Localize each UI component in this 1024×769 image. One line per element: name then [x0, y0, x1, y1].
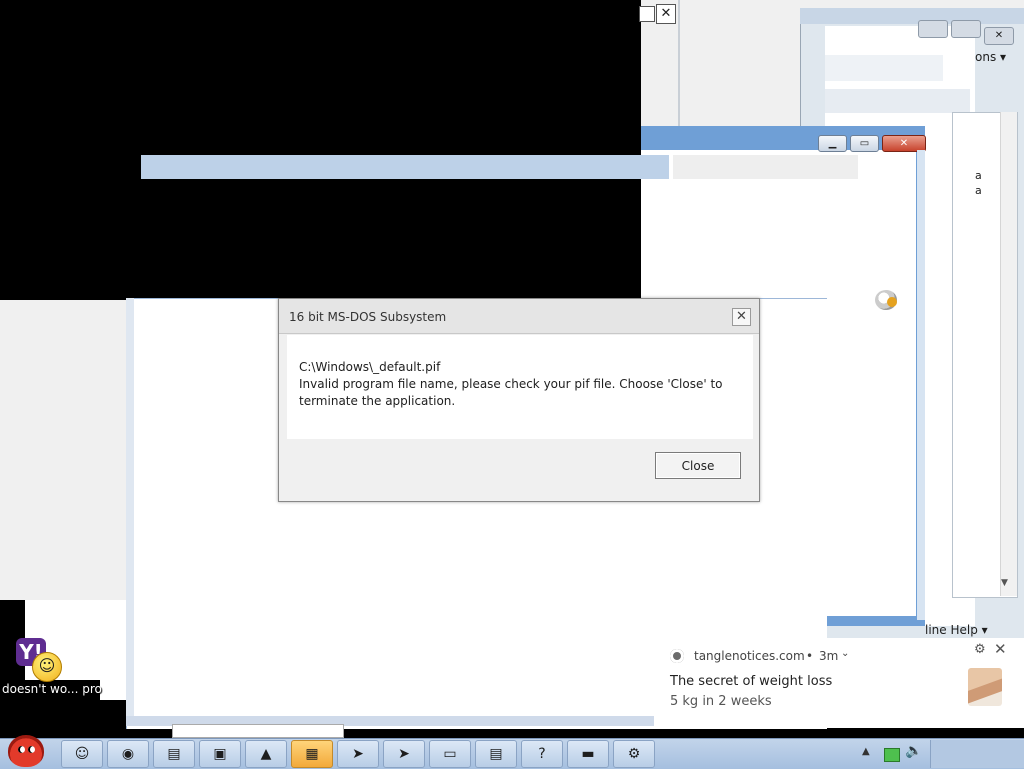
taskbar-vlc-button[interactable]: ▲ [245, 740, 287, 768]
dialog-message: C:\Windows\_default.pif Invalid program … [299, 359, 739, 410]
scrollbar[interactable] [917, 150, 925, 620]
notepad-icon: ▤ [167, 746, 181, 762]
dialog-body: C:\Windows\_default.pif Invalid program … [287, 335, 753, 439]
message-line: Invalid program file name, please check … [299, 377, 723, 391]
left-panel [100, 675, 126, 700]
vlc-icon: ▲ [260, 746, 272, 762]
taskbar-terminal-button[interactable]: ▬ [567, 740, 609, 768]
message-line: C:\Windows\_default.pif [299, 360, 441, 374]
notification-time: 3m [819, 649, 839, 663]
scroll-down-arrow-icon[interactable]: ▼ [1001, 578, 1008, 588]
chevron-down-icon: ▾ [981, 623, 988, 637]
taskbar-chrome-button[interactable]: ◉ [107, 740, 149, 768]
separator: • [806, 649, 814, 663]
network-icon[interactable] [884, 748, 900, 762]
notification-image [968, 668, 1002, 706]
grey-band [673, 155, 858, 179]
document-app-icon: ▤ [489, 746, 503, 762]
maximize-button[interactable] [639, 6, 655, 22]
window-fragment [172, 724, 344, 738]
chrome-icon: ◉ [121, 746, 135, 762]
middle-window-controls: ▁ ▭ ✕ [818, 135, 926, 152]
taskbar-image-viewer-button[interactable]: ▦ [291, 740, 333, 768]
installer-icon: ▣ [213, 746, 227, 762]
chevron-down-icon: ▾ [1000, 50, 1007, 64]
close-icon[interactable]: ✕ [732, 308, 751, 326]
yahoo-messenger-icon: ☺ [74, 746, 90, 762]
scrollbar[interactable] [1000, 112, 1017, 596]
taskbar-notepad-button[interactable]: ▤ [153, 740, 195, 768]
notification-site: tanglenotices.com [694, 649, 805, 663]
close-button[interactable]: ✕ [656, 4, 676, 24]
taskbar-installer-button[interactable]: ▣ [199, 740, 241, 768]
taskbar-document-app-button[interactable]: ▤ [475, 740, 517, 768]
side-text: aa [975, 169, 982, 197]
tray-area [930, 740, 1024, 768]
start-button[interactable] [2, 729, 48, 768]
image-viewer-icon: ▦ [305, 746, 319, 762]
notification-title: The secret of weight loss [670, 674, 833, 689]
selection-band [141, 155, 669, 179]
taskbar-teamviewer-1-button[interactable]: ➤ [337, 740, 379, 768]
desktop-icon-label[interactable]: doesn't wo... pro [2, 682, 102, 696]
gear-icon[interactable]: ⚙ [974, 642, 986, 657]
teamviewer-1-icon: ➤ [352, 746, 364, 762]
chrome-icon [670, 649, 684, 663]
minimize-button[interactable] [918, 20, 948, 38]
terminal-icon: ▬ [581, 746, 595, 762]
volume-icon[interactable]: 🔈 [905, 743, 922, 759]
yahoo-messenger-icon[interactable]: Y! ☺ [16, 638, 62, 682]
angry-bird-icon [8, 735, 44, 767]
taskbar-settings-app-button[interactable]: ⚙ [613, 740, 655, 768]
taskbar-help-button[interactable]: ? [521, 740, 563, 768]
window-app-icon: ▭ [443, 746, 457, 762]
dialog-title: 16 bit MS-DOS Subsystem [289, 310, 447, 324]
badge-icon [887, 297, 897, 307]
message-line: terminate the application. [299, 394, 456, 408]
teamviewer-2-icon: ➤ [398, 746, 410, 762]
left-panel [0, 300, 126, 600]
panel-band [825, 55, 943, 81]
dialog-close-button[interactable]: Close [655, 452, 741, 479]
panel-band [825, 89, 970, 113]
settings-app-icon: ⚙ [627, 746, 641, 762]
dialog-titlebar[interactable]: 16 bit MS-DOS Subsystem ✕ [279, 299, 759, 334]
taskbar-window-app-button[interactable]: ▭ [429, 740, 471, 768]
maximize-button[interactable]: ▭ [850, 135, 879, 152]
taskbar-teamviewer-2-button[interactable]: ➤ [383, 740, 425, 768]
options-menu-fragment[interactable]: ons ▾ [975, 50, 1006, 64]
help-icon: ? [538, 746, 546, 762]
close-button[interactable]: ✕ [984, 27, 1014, 45]
ms-dos-subsystem-dialog: 16 bit MS-DOS Subsystem ✕ C:\Windows\_de… [278, 298, 760, 502]
online-help-fragment[interactable]: line Help ▾ [925, 623, 988, 637]
right-window-controls: ✕ [918, 20, 1018, 45]
eye [18, 746, 25, 753]
taskbar-yahoo-messenger-button[interactable]: ☺ [61, 740, 103, 768]
main-window-border [126, 298, 134, 718]
show-hidden-icons-icon[interactable]: ▲ [862, 746, 870, 757]
eye [28, 746, 35, 753]
black-region [0, 0, 641, 300]
close-icon[interactable]: ✕ [994, 640, 1007, 658]
notification-body: 5 kg in 2 weeks [670, 694, 772, 709]
maximize-button[interactable] [951, 20, 981, 38]
minimize-button[interactable]: ▁ [818, 135, 847, 152]
chevron-down-icon[interactable]: ⌄ [841, 648, 849, 659]
